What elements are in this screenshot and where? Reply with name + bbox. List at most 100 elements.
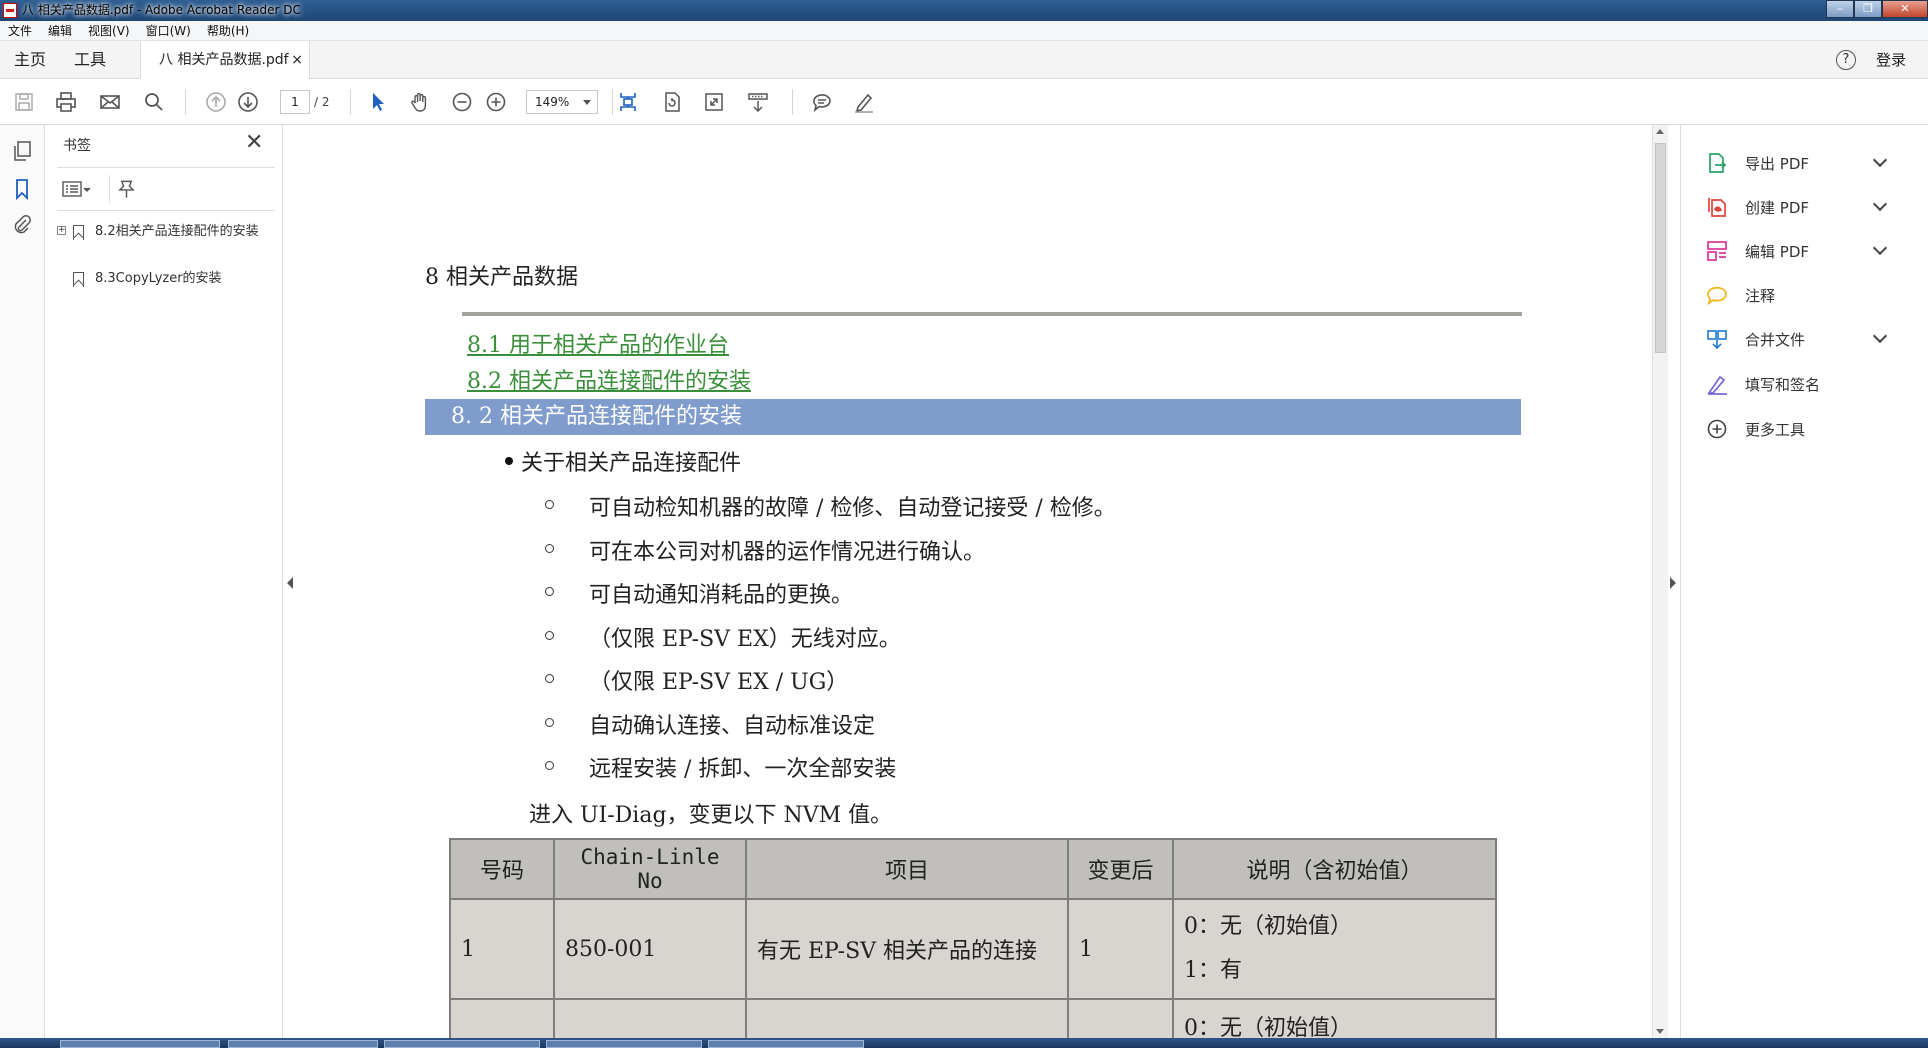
menu-view[interactable]: 视图(V) [80,21,138,41]
taskbar-item[interactable] [60,1040,220,1048]
page-thumbnails-icon[interactable] [10,139,34,163]
tool-create-pdf[interactable]: 创建 PDF [1705,193,1905,221]
next-page-icon[interactable] [236,90,260,114]
fill-sign-icon [1705,372,1729,396]
tool-combine-files[interactable]: 合并文件 [1705,325,1905,353]
window-title: 八 相关产品数据.pdf - Adobe Acrobat Reader DC [22,3,301,17]
login-button[interactable]: 登录 [1876,41,1906,79]
menu-window[interactable]: 窗口(W) [138,21,199,41]
tool-label: 导出 PDF [1745,155,1809,173]
tool-fill-sign[interactable]: 填写和签名 [1705,370,1905,398]
table-cell [553,998,747,1038]
menu-edit[interactable]: 编辑 [40,21,80,41]
read-mode-icon[interactable] [746,90,770,114]
toc-link-8-1[interactable]: 8.1 用于相关产品的作业台 [467,327,729,359]
bullet-heading-text: 关于相关产品连接配件 [521,451,742,476]
chevron-down-icon[interactable] [1872,240,1888,256]
toc-link-8-2[interactable]: 8.2 相关产品连接配件的安装 [467,363,751,395]
bookmark-options-icon[interactable] [61,177,93,201]
full-screen-icon[interactable] [702,90,726,114]
tool-export-pdf[interactable]: 导出 PDF [1705,149,1905,177]
column-header: Chain-Linle No [553,838,747,900]
attachments-paperclip-icon[interactable] [10,213,34,237]
hollow-bullet-icon [545,761,554,770]
tab-tools[interactable]: 工具 [74,41,106,79]
zoom-in-icon[interactable] [484,90,508,114]
column-header: 项目 [745,838,1069,900]
taskbar-item[interactable] [228,1040,378,1048]
hollow-bullet-icon [545,544,554,553]
description-line: 0：无（初始值） [1184,1016,1352,1038]
zoom-level-select[interactable]: 149% [526,90,598,114]
save-icon[interactable] [12,90,36,114]
select-cursor-icon[interactable] [366,90,390,114]
taskbar-item[interactable] [546,1040,702,1048]
scrolling-mode-icon[interactable] [616,90,640,114]
tool-label: 填写和签名 [1745,376,1821,394]
tab-home[interactable]: 主页 [14,41,46,79]
menu-help[interactable]: 帮助(H) [199,21,257,41]
table-cell: 1 [449,898,555,1000]
restore-button[interactable]: ❐ [1854,0,1882,18]
tool-label: 注释 [1745,287,1776,305]
hollow-bullet-icon [545,587,554,596]
tool-edit-pdf[interactable]: 编辑 PDF [1705,237,1905,265]
bookmarks-panel-title: 书签 [63,138,91,154]
export-pdf-icon [1705,151,1729,175]
print-icon[interactable] [54,90,78,114]
previous-page-icon[interactable] [204,90,228,114]
email-icon[interactable] [98,90,122,114]
tool-comment[interactable]: 注释 [1705,281,1905,309]
bookmark-item[interactable]: 8.3CopyLyzer的安装 [57,270,277,290]
page-number-input[interactable]: 1 [280,90,310,114]
toolbar-divider [185,89,186,115]
list-item-text: 自动确认连接、自动标准设定 [589,714,876,739]
bookmark-item[interactable]: + 8.2相关产品连接配件的安装 [57,223,277,263]
tool-more-tools[interactable]: 更多工具 [1705,415,1905,443]
list-item-text: （仅限 EP-SV EX / UG） [589,670,849,695]
chevron-down-icon[interactable] [1872,328,1888,344]
expand-toggle-icon[interactable]: + [57,226,66,235]
close-window-button[interactable]: ✕ [1882,0,1928,18]
taskbar-item[interactable] [384,1040,540,1048]
scroll-up-arrow-icon[interactable] [1656,129,1664,134]
taskbar-item[interactable] [708,1040,864,1048]
chevron-down-icon[interactable] [1872,152,1888,168]
description-line: 0：无（初始值） [1184,914,1352,939]
list-item-text: 可自动检知机器的故障 / 检修、自动登记接受 / 检修。 [589,496,1116,521]
list-item-text: 远程安装 / 拆卸、一次全部安装 [589,757,897,782]
scrollbar-thumb[interactable] [1655,143,1666,353]
rotate-page-icon[interactable] [660,90,684,114]
vertical-scrollbar[interactable] [1652,125,1668,1038]
table-row: 0：无（初始值） [449,998,1497,1038]
table-cell: 850-001 [553,898,747,1000]
left-nav-rail [0,125,45,1038]
help-icon[interactable]: ? [1836,50,1856,70]
intro-paragraph: 进入 UI-Diag，变更以下 NVM 值。 [529,803,893,828]
hand-tool-icon[interactable] [408,90,432,114]
scroll-down-arrow-icon[interactable] [1656,1029,1664,1034]
menu-file[interactable]: 文件 [0,21,40,41]
collapse-right-panel-icon[interactable] [1670,577,1676,589]
search-icon[interactable] [142,90,166,114]
close-icon[interactable]: ✕ [245,132,263,154]
tools-pane: 导出 PDF 创建 PDF 编辑 PDF 注释 合并文件 填写和签名 更多工具 [1680,125,1928,1038]
highlight-pen-icon[interactable] [852,90,876,114]
panel-divider [57,210,275,211]
minimize-button[interactable]: ‒ [1826,0,1854,18]
table-cell [745,998,1069,1038]
tab-document[interactable]: 八 相关产品数据.pdf × [140,41,310,79]
new-bookmark-icon[interactable] [109,175,137,203]
main-toolbar: 1 / 2 149% [0,79,1928,125]
collapse-left-panel-icon[interactable] [287,577,293,589]
hollow-bullet-icon [545,500,554,509]
tab-close-icon[interactable]: × [291,41,303,79]
chevron-down-icon[interactable] [1872,196,1888,212]
table-cell: 0：无（初始值） 1：有 [1172,898,1497,1000]
section-heading: 8. 2 相关产品连接配件的安装 [425,399,1521,435]
bookmark-panel-icon[interactable] [10,177,34,201]
add-comment-icon[interactable] [810,90,834,114]
bullet-heading: 关于相关产品连接配件 [505,445,741,477]
zoom-out-icon[interactable] [450,90,474,114]
page-total-label: / 2 [314,95,330,109]
